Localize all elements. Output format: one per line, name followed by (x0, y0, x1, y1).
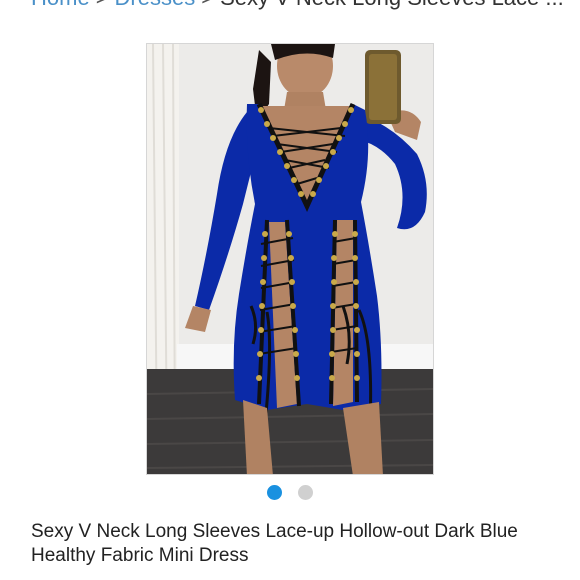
breadcrumb-dresses-link[interactable]: Dresses (115, 0, 196, 10)
breadcrumb-separator: > (90, 0, 115, 10)
breadcrumb-separator: > (195, 0, 220, 10)
product-page: Home>Dresses>Sexy V Neck Long Sleeves La… (0, 0, 580, 580)
breadcrumb-home-link[interactable]: Home (31, 0, 90, 10)
gallery-dot-1[interactable] (267, 485, 282, 500)
product-image[interactable] (147, 44, 434, 475)
product-title: Sexy V Neck Long Sleeves Lace-up Hollow-… (31, 521, 518, 566)
breadcrumb: Home>Dresses>Sexy V Neck Long Sleeves La… (31, 0, 571, 10)
product-image-gallery[interactable] (146, 43, 434, 475)
gallery-dot-2[interactable] (298, 485, 313, 500)
breadcrumb-current: Sexy V Neck Long Sleeves Lace ... (220, 0, 564, 10)
gallery-pagination (0, 485, 580, 501)
